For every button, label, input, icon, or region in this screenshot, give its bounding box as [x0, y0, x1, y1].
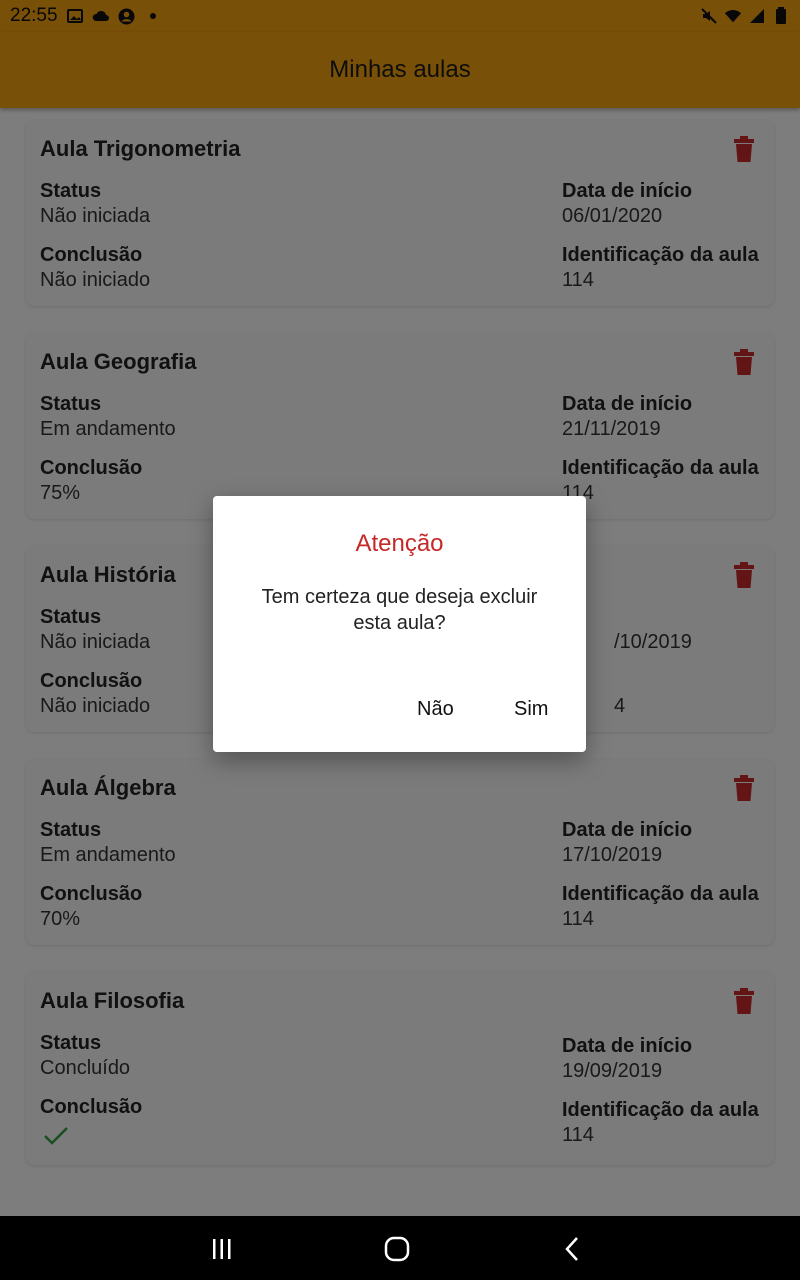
confirm-delete-dialog: Atenção Tem certeza que deseja excluir e… — [213, 496, 586, 752]
confirm-button[interactable]: Sim — [506, 694, 556, 725]
dialog-title: Atenção — [355, 530, 444, 557]
recent-apps-icon[interactable] — [207, 1234, 237, 1264]
dialog-message: Tem certeza que deseja excluir esta aula… — [261, 586, 538, 634]
home-icon[interactable] — [382, 1234, 412, 1264]
cancel-button[interactable]: Não — [409, 694, 462, 725]
navigation-bar — [0, 1216, 800, 1280]
back-icon[interactable] — [558, 1234, 588, 1264]
